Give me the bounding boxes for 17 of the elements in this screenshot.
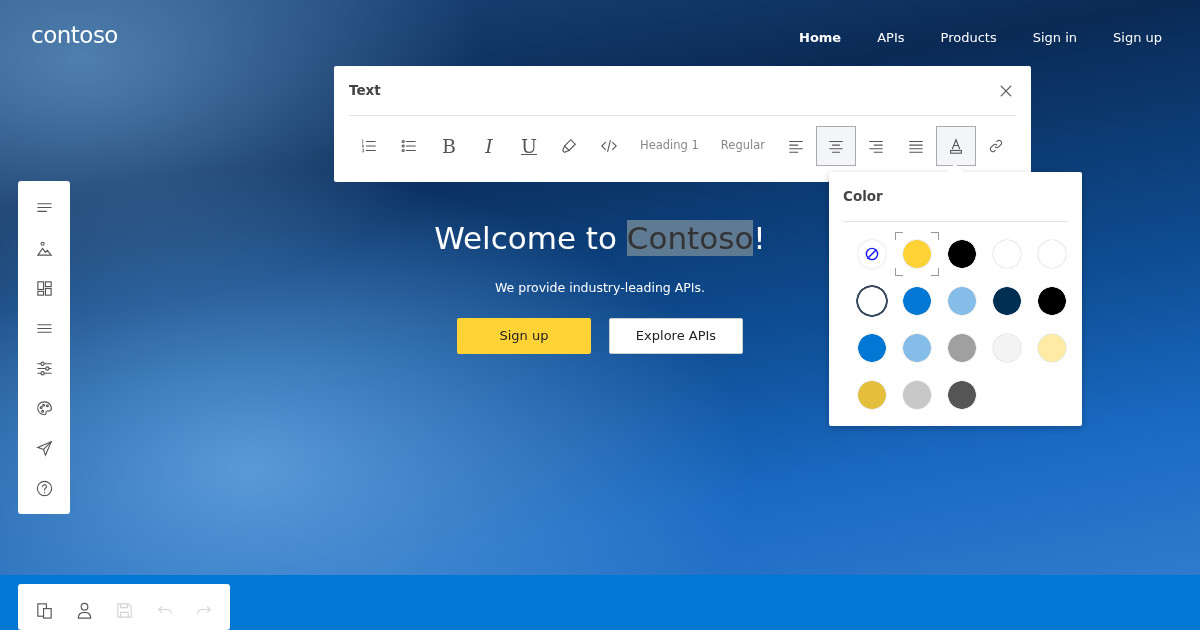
headline: Welcome to Contoso! [434,220,766,258]
style-dropdown[interactable]: Regular [709,126,776,166]
italic-button[interactable]: I [469,126,509,166]
logo: contoso [31,21,118,50]
underline-button[interactable]: U [509,126,549,166]
subtitle: We provide industry-leading APIs. [495,279,705,298]
nav-link[interactable]: Home [781,18,860,58]
nav-link[interactable]: Products [922,18,1015,58]
sign-up-button[interactable]: Sign up [457,317,591,354]
nav-link[interactable]: Sign in [1014,18,1095,58]
panel-title: Text [349,81,381,101]
nav-link[interactable]: APIs [859,18,923,58]
panel-title: Color [843,172,1068,222]
style-dropdown[interactable]: Heading 1 [629,126,710,166]
nav-link[interactable]: Sign up [1095,18,1180,58]
explore-button[interactable]: Explore APIs [609,317,743,354]
bold-button[interactable]: B [429,126,469,166]
